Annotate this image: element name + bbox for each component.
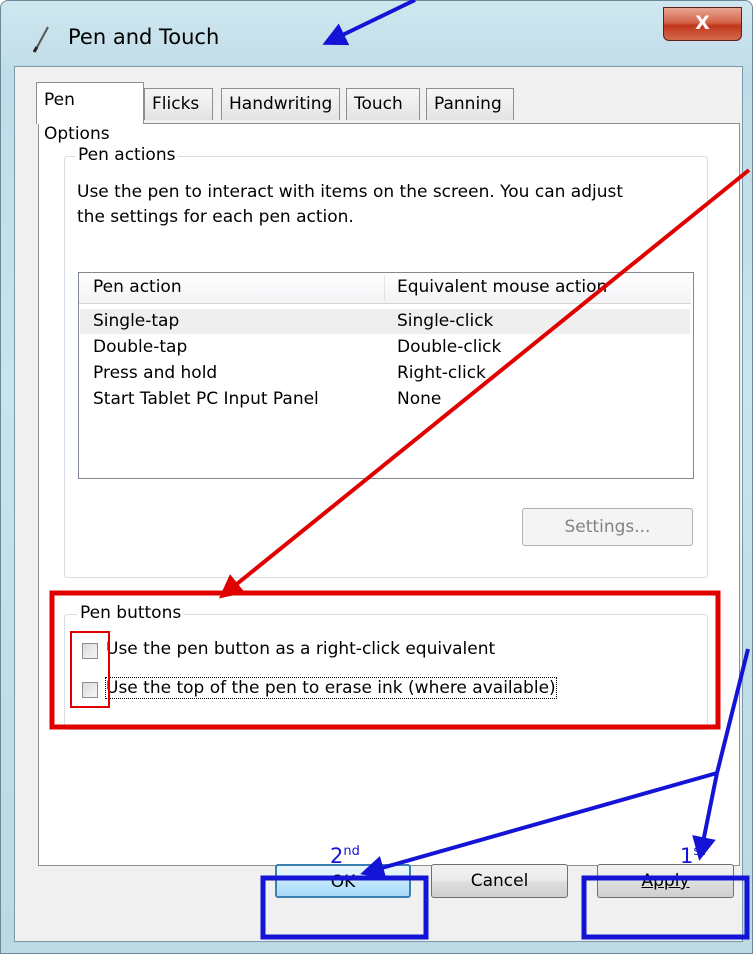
pen-actions-description-line2: the settings for each pen action.: [77, 207, 354, 227]
apply-order-number: 1: [680, 844, 694, 868]
apply-button[interactable]: Apply: [597, 864, 734, 898]
pen-action-cell: Double-tap: [93, 337, 188, 357]
settings-button[interactable]: Settings...: [522, 508, 693, 546]
title-bar[interactable]: Pen and Touch X: [1, 1, 753, 67]
list-item[interactable]: Double-tap Double-click: [80, 335, 690, 360]
column-separator[interactable]: [384, 275, 385, 301]
close-button[interactable]: X: [663, 7, 742, 41]
pen-buttons-group: [64, 614, 708, 730]
ok-order-annotation: 2nd: [330, 844, 360, 868]
tab-panning[interactable]: Panning: [426, 88, 514, 120]
pen-buttons-group-label: Pen buttons: [77, 603, 185, 623]
list-item[interactable]: Start Tablet PC Input Panel None: [80, 387, 690, 412]
pen-action-cell: Start Tablet PC Input Panel: [93, 389, 319, 409]
tab-touch[interactable]: Touch: [346, 88, 420, 120]
list-item[interactable]: Single-tap Single-click: [80, 309, 690, 334]
window-title: Pen and Touch: [68, 25, 220, 49]
right-click-equivalent-label[interactable]: Use the pen button as a right-click equi…: [106, 639, 495, 659]
tab-pen-options[interactable]: Pen Options: [36, 82, 144, 144]
apply-order-suffix: st: [693, 844, 706, 859]
column-header-pen-action[interactable]: Pen action: [93, 273, 182, 303]
ok-button[interactable]: OK: [275, 864, 411, 898]
tab-handwriting[interactable]: Handwriting: [221, 88, 340, 120]
apply-order-annotation: 1st: [680, 844, 705, 868]
cancel-button[interactable]: Cancel: [431, 864, 568, 898]
pen-actions-description-line1: Use the pen to interact with items on th…: [77, 182, 624, 202]
mouse-action-cell: Double-click: [397, 337, 502, 357]
pen-action-cell: Single-tap: [93, 311, 180, 331]
list-item[interactable]: Press and hold Right-click: [80, 361, 690, 386]
pen-actions-list[interactable]: Pen action Equivalent mouse action Singl…: [78, 272, 694, 479]
mouse-action-cell: Right-click: [397, 363, 486, 383]
list-header: Pen action Equivalent mouse action: [79, 273, 691, 304]
tab-flicks[interactable]: Flicks: [144, 88, 213, 120]
ok-order-suffix: nd: [343, 844, 360, 859]
mouse-action-cell: None: [397, 389, 442, 409]
ok-order-number: 2: [330, 844, 344, 868]
mouse-action-cell: Single-click: [397, 311, 494, 331]
column-header-mouse-action[interactable]: Equivalent mouse action: [397, 273, 607, 303]
erase-ink-checkbox[interactable]: [82, 682, 98, 698]
right-click-equivalent-checkbox[interactable]: [82, 643, 98, 659]
erase-ink-label[interactable]: Use the top of the pen to erase ink (whe…: [105, 677, 557, 699]
pen-icon: [32, 26, 49, 53]
pen-action-cell: Press and hold: [93, 363, 218, 383]
